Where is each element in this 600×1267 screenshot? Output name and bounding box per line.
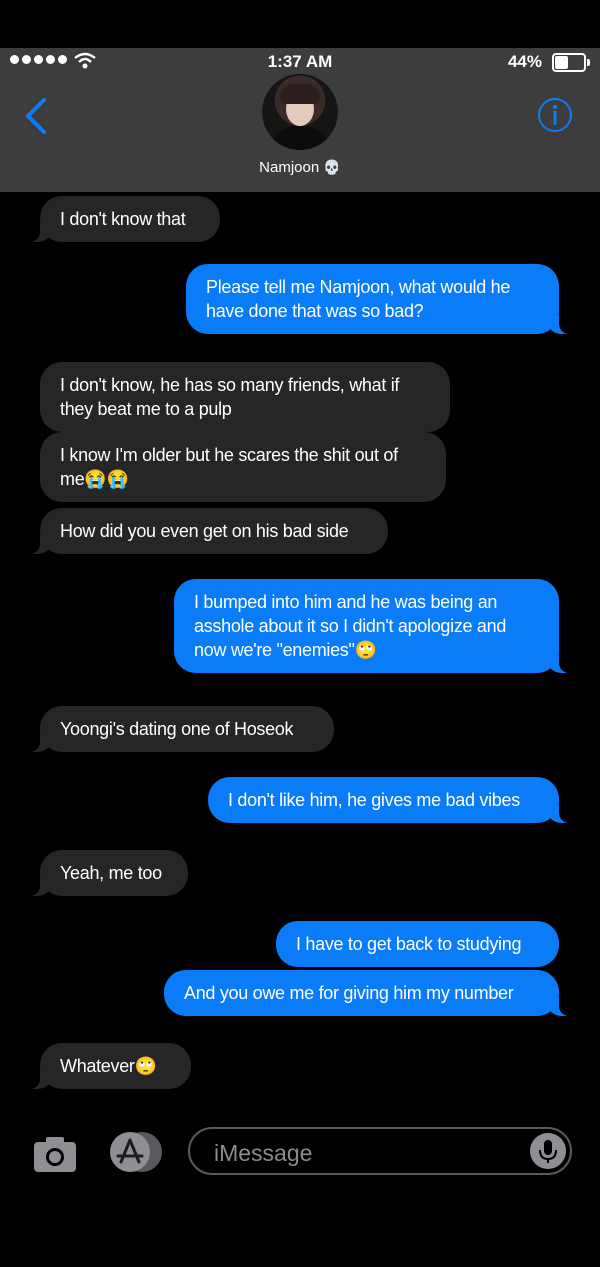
message-text: How did you even get on his bad side [60,521,349,541]
message-bubble-received[interactable]: I don't know, he has so many friends, wh… [40,362,450,432]
app-store-icon[interactable] [108,1132,162,1172]
message-line: they beat me to a pulp [60,399,232,419]
message-line: I know I'm older but he scares the shit … [60,445,398,465]
message-text: Yeah, me too [60,863,162,883]
message-text: I don't know that [60,209,186,229]
message-bubble-received[interactable]: Yoongi's dating one of Hoseok [26,706,334,752]
eye-roll-emoji-icon: 🙄 [134,1056,157,1076]
message-bubble-received[interactable]: Yeah, me too [26,850,188,896]
message-bubble-sent[interactable]: I have to get back to studying [276,921,559,967]
message-text: And you owe me for giving him my number [184,983,514,1003]
status-bar: 1:37 AM 44% [0,48,600,74]
chevron-left-icon[interactable] [22,96,50,136]
message-line: me [60,469,85,489]
message-line: asshole about it so I didn't apologize a… [194,616,507,636]
skull-emoji-icon: 💀 [323,159,341,175]
battery-percent: 44% [507,52,542,71]
crying-emoji-icon: 😭😭 [84,469,129,489]
message-bubble-sent[interactable]: I bumped into him and he was being an as… [174,579,573,673]
camera-icon[interactable] [32,1134,78,1174]
top-black-area [0,0,600,48]
message-line: now we're "enemies" [194,640,355,660]
contact-name[interactable]: Namjoon 💀 [0,159,600,176]
conversation-header: 1:37 AM 44% Namjoon 💀 [0,48,600,192]
message-bubble-received[interactable]: How did you even get on his bad side [26,508,388,554]
message-input[interactable]: iMessage [188,1127,572,1175]
eye-roll-emoji-icon: 🙄 [354,640,377,660]
message-line: have done that was so bad? [206,301,424,321]
message-text: Yoongi's dating one of Hoseok [60,719,294,739]
message-input-placeholder: iMessage [214,1140,313,1166]
message-bubble-received[interactable]: I know I'm older but he scares the shit … [40,432,446,502]
message-line: I don't know, he has so many friends, wh… [60,375,400,395]
compose-bar: iMessage [0,1122,600,1184]
message-text: Whatever [60,1056,135,1076]
message-bubble-received[interactable]: I don't know that [26,196,220,242]
info-icon[interactable] [536,96,574,134]
avatar[interactable] [262,74,338,150]
contact-name-label: Namjoon [259,159,320,176]
message-text: I don't like him, he gives me bad vibes [228,790,520,810]
microphone-icon[interactable] [530,1133,566,1169]
message-bubble-received[interactable]: Whatever🙄 [26,1043,191,1089]
message-bubble-sent[interactable]: I don't like him, he gives me bad vibes [208,777,573,823]
battery-icon [552,53,590,72]
message-text: I have to get back to studying [296,934,522,954]
message-line: Please tell me Namjoon, what would he [206,277,511,297]
message-bubble-sent[interactable]: Please tell me Namjoon, what would he ha… [186,264,573,334]
message-line: I bumped into him and he was being an [194,592,498,612]
message-bubble-sent[interactable]: And you owe me for giving him my number [164,970,573,1016]
